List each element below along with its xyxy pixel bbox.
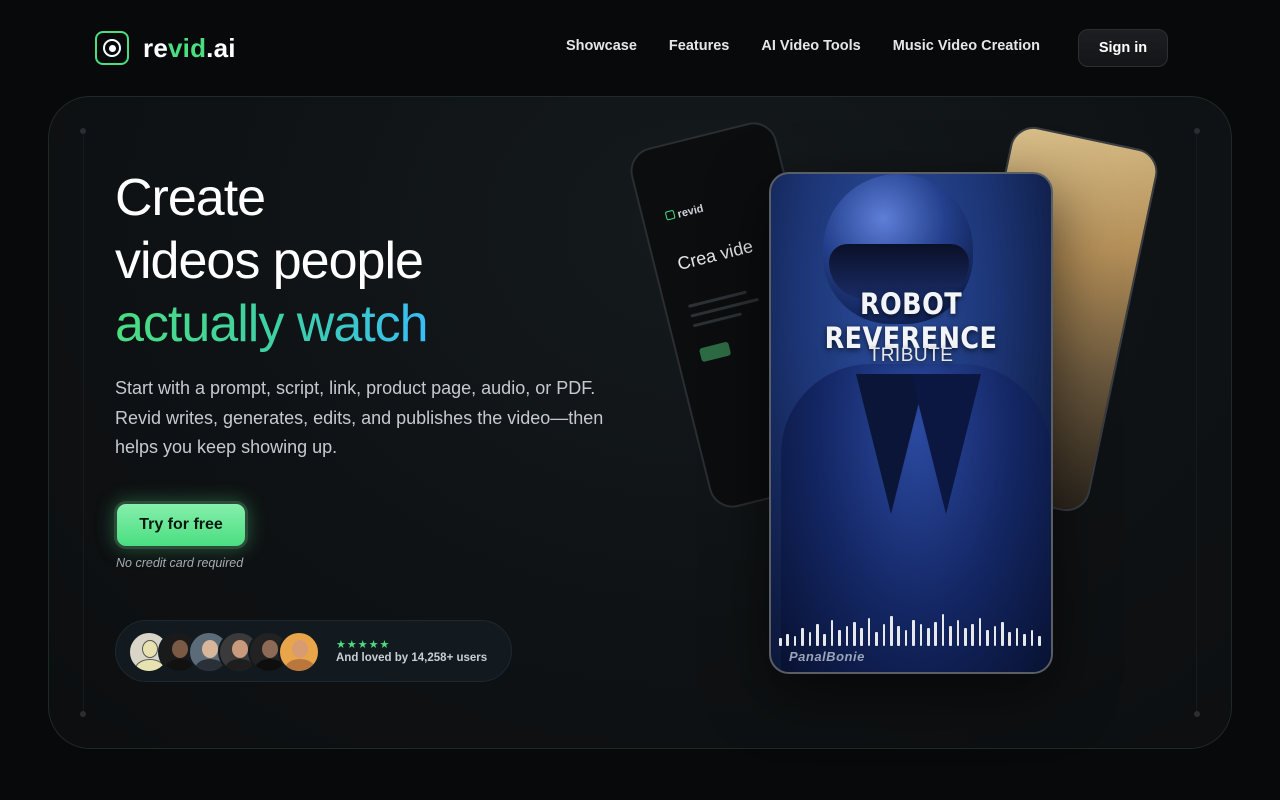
video-watermark: PanalBonie <box>789 649 865 664</box>
corner-dot <box>1194 711 1200 717</box>
waveform-bar <box>919 624 923 646</box>
waveform-bar <box>1015 628 1019 646</box>
headline-line-3-gradient: actually watch <box>115 293 429 356</box>
video-subtitle: TRIBUTE <box>868 345 954 366</box>
panel-guide-line <box>1196 131 1197 714</box>
waveform-bar <box>860 628 863 646</box>
users-count-text: And loved by 14,258+ users <box>336 652 488 664</box>
nav-links: Showcase Features AI Video Tools Music V… <box>566 38 1040 54</box>
nav-link-features[interactable]: Features <box>669 38 729 54</box>
panel-guide-line <box>83 131 84 714</box>
social-proof-badge: ★★★★★ And loved by 14,258+ users <box>115 620 512 682</box>
waveform-bar <box>1008 632 1011 646</box>
try-for-free-button[interactable]: Try for free <box>114 501 248 549</box>
nav-link-music-video-creation[interactable]: Music Video Creation <box>893 38 1040 54</box>
corner-dot <box>80 128 86 134</box>
nav-link-ai-video-tools[interactable]: AI Video Tools <box>761 38 860 54</box>
brand-wordmark: revid.ai <box>143 32 236 63</box>
mini-brand-label: revid <box>664 203 705 224</box>
revid-logo-icon <box>95 31 129 65</box>
waveform-bar <box>786 634 789 646</box>
hero-subtitle: Start with a prompt, script, link, produ… <box>115 378 604 457</box>
waveform-bar <box>941 614 945 646</box>
top-navigation: revid.ai Showcase Features AI Video Tool… <box>0 0 1280 96</box>
waveform-bar <box>793 636 797 646</box>
waveform-bar <box>816 624 819 646</box>
waveform-bar <box>949 626 952 646</box>
waveform-bar <box>845 626 849 646</box>
waveform-bar <box>971 624 974 646</box>
waveform-bar <box>978 618 982 646</box>
sign-in-button[interactable]: Sign in <box>1078 29 1168 67</box>
waveform-bar <box>956 620 960 646</box>
waveform-bar <box>897 626 900 646</box>
headline-line-1: Create <box>115 169 266 227</box>
hero-headline: Create videos people actually watch <box>115 167 429 356</box>
avatar <box>278 631 320 673</box>
waveform-bar <box>838 630 841 646</box>
waveform-bar <box>867 618 871 646</box>
waveform-bar <box>808 632 812 646</box>
audio-waveform <box>771 606 1051 646</box>
waveform-bar <box>875 632 878 646</box>
waveform-bar <box>927 628 930 646</box>
waveform-bar <box>882 624 886 646</box>
waveform-bar <box>1030 630 1034 646</box>
waveform-bar <box>830 620 834 646</box>
waveform-bar <box>964 628 967 646</box>
waveform-bar <box>904 630 908 646</box>
corner-dot <box>1194 128 1200 134</box>
waveform-bar <box>779 638 782 646</box>
corner-dot <box>80 711 86 717</box>
waveform-bar <box>890 616 893 646</box>
no-credit-card-note: No credit card required <box>116 556 244 570</box>
waveform-bar <box>823 634 826 646</box>
waveform-bar <box>1001 622 1004 646</box>
waveform-bar <box>934 622 937 646</box>
waveform-bar <box>1038 636 1041 646</box>
user-avatars <box>128 631 328 673</box>
waveform-bar <box>993 626 997 646</box>
nav-link-showcase[interactable]: Showcase <box>566 38 637 54</box>
waveform-bar <box>1023 634 1026 646</box>
waveform-bar <box>853 622 856 646</box>
waveform-bar <box>801 628 804 646</box>
five-star-rating: ★★★★★ <box>336 639 391 651</box>
headline-line-2: videos people <box>115 232 424 290</box>
waveform-bar <box>986 630 989 646</box>
video-preview-card[interactable]: ROBOT REVERENCE TRIBUTE PanalBonie <box>769 172 1053 674</box>
brand-logo[interactable]: revid.ai <box>95 30 236 66</box>
waveform-bar <box>912 620 915 646</box>
mini-heading: Crea vide <box>675 235 755 274</box>
